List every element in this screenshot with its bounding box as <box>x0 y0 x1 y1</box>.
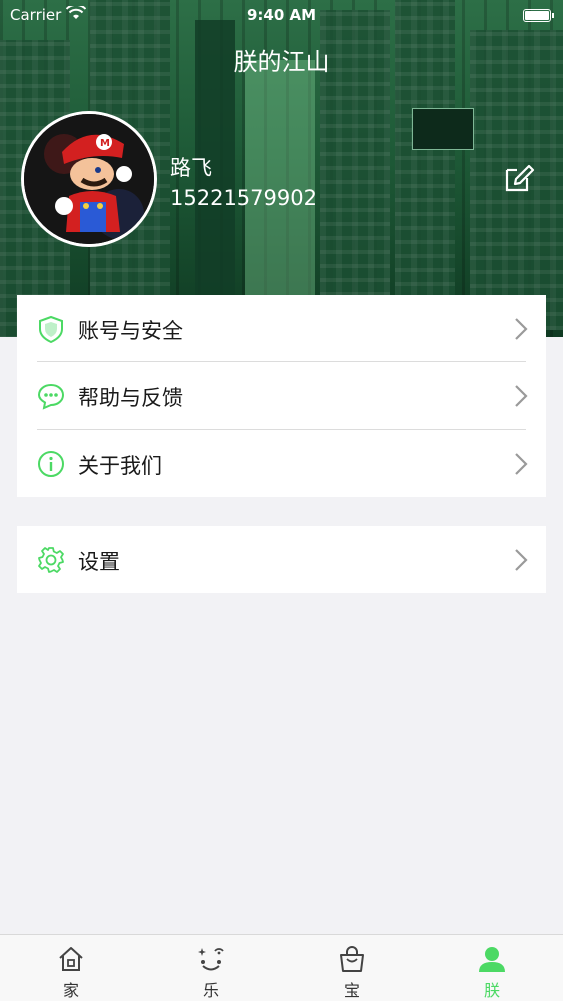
menu-item-settings[interactable]: 设置 <box>17 526 546 593</box>
menu-item-label: 关于我们 <box>78 454 162 478</box>
tab-bar: 家 乐 宝 朕 <box>0 934 563 1001</box>
person-icon <box>479 947 505 972</box>
clock-label: 9:40 AM <box>246 6 317 24</box>
home-icon <box>59 947 83 971</box>
tab-me[interactable]: 朕 <box>462 935 522 1001</box>
chevron-right-icon <box>515 453 528 475</box>
tab-label: 家 <box>62 981 79 1000</box>
page-title: 朕的江山 <box>233 48 330 76</box>
menu-card-settings: 设置 <box>17 526 546 593</box>
menu-item-about-us[interactable]: 关于我们 <box>17 430 546 497</box>
gear-icon <box>38 547 64 573</box>
avatar-image-icon: M <box>24 114 154 244</box>
tab-label: 乐 <box>202 981 219 1000</box>
shopping-bag-icon <box>340 946 364 972</box>
svg-text:M: M <box>100 138 110 149</box>
edit-profile-icon[interactable] <box>503 162 535 194</box>
chevron-right-icon <box>515 318 528 340</box>
battery-icon <box>523 9 554 22</box>
chat-bubble-icon <box>37 383 65 410</box>
tab-label: 朕 <box>483 981 500 1000</box>
tab-fun[interactable]: 乐 <box>181 935 241 1001</box>
chevron-right-icon <box>515 549 528 571</box>
shield-icon <box>39 315 63 343</box>
avatar[interactable]: M <box>21 111 157 247</box>
tab-home[interactable]: 家 <box>41 935 101 1001</box>
menu-item-account-security[interactable]: 账号与安全 <box>17 295 546 362</box>
menu-item-label: 帮助与反馈 <box>78 386 183 410</box>
menu-item-label: 设置 <box>78 550 120 574</box>
profile-name: 路飞 <box>170 156 212 180</box>
profile-phone: 15221579902 <box>170 186 317 210</box>
fun-face-icon <box>198 948 224 971</box>
chevron-right-icon <box>515 385 528 407</box>
tab-label: 宝 <box>343 981 360 1000</box>
tab-treasure[interactable]: 宝 <box>322 935 382 1001</box>
status-bar: Carrier 9:40 AM <box>0 0 563 30</box>
menu-item-label: 账号与安全 <box>78 319 183 343</box>
menu-item-help-feedback[interactable]: 帮助与反馈 <box>17 362 546 429</box>
street-sign-shape <box>412 108 474 150</box>
menu-card-account: 账号与安全 帮助与反馈 关于我们 <box>17 295 546 497</box>
info-icon <box>38 451 64 477</box>
